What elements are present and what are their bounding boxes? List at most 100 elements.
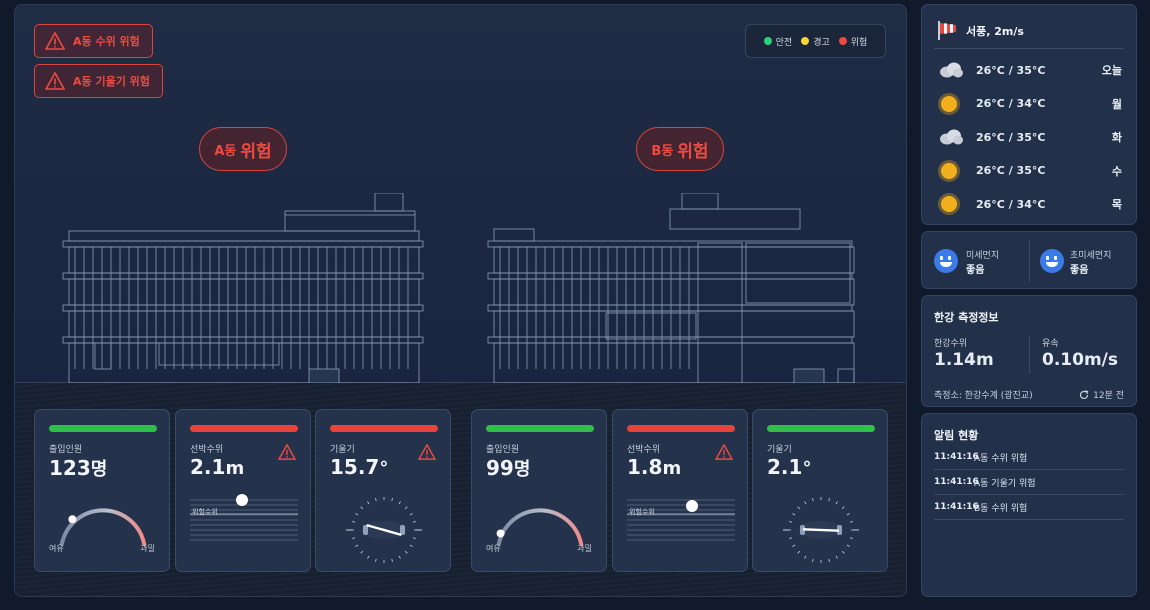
alert-row[interactable]: 11:41:16 B동 수위 위험 bbox=[934, 495, 1124, 520]
alert-chip-text: A동 기울기 위험 bbox=[73, 75, 150, 88]
sun-icon bbox=[938, 92, 960, 115]
alert-row[interactable]: 11:41:16 A동 수위 위험 bbox=[934, 445, 1124, 470]
status-bar bbox=[49, 425, 157, 432]
metric-value: 1.8m bbox=[627, 455, 682, 479]
windsock-icon bbox=[938, 21, 956, 40]
forecast-row: 26°C / 35°C 오늘 bbox=[938, 57, 1122, 83]
metric-card[interactable]: 출입인원 99명 여유 과밀 bbox=[471, 409, 607, 572]
refresh-icon bbox=[1080, 389, 1089, 399]
legend-safe: 안전 bbox=[763, 35, 792, 48]
water-level-gauge bbox=[627, 499, 735, 541]
fine-dust-value: 좋음 bbox=[1070, 265, 1089, 276]
refresh-button[interactable]: 12분 전 bbox=[1079, 388, 1124, 401]
sun-icon bbox=[938, 159, 960, 182]
gauge-high-label: 과밀 bbox=[577, 544, 592, 553]
forecast-temp: 26°C / 34°C bbox=[976, 197, 1046, 211]
alert-time: 11:41:16 bbox=[934, 477, 979, 487]
metric-label: 출입인원 bbox=[486, 445, 520, 455]
metric-label: 기울기 bbox=[330, 445, 355, 455]
forecast-day: 오늘 bbox=[1101, 64, 1122, 77]
gauge-low-label: 여유 bbox=[486, 544, 501, 553]
smile-icon bbox=[1040, 249, 1064, 273]
alert-panel-title: 알림 현황 bbox=[934, 429, 979, 442]
alert-message: A동 수위 위험 bbox=[974, 453, 1028, 464]
forecast-temp: 26°C / 34°C bbox=[976, 97, 1046, 110]
metric-label: 선박수위 bbox=[627, 445, 661, 455]
forecast-row: 26°C / 35°C 화 bbox=[938, 124, 1122, 150]
water-level-gauge bbox=[190, 494, 298, 541]
metric-value: 123명 bbox=[49, 456, 108, 480]
status-bar bbox=[486, 425, 594, 432]
river-level-value: 1.14m bbox=[934, 350, 994, 370]
fine-dust-label: 초미세먼지 bbox=[1070, 251, 1112, 261]
legend-danger: 위험 bbox=[838, 35, 867, 48]
building-status: 위험 bbox=[240, 141, 272, 162]
alert-chip[interactable]: A동 기울기 위험 bbox=[34, 64, 163, 98]
building-a-badge[interactable]: A동 위험 bbox=[199, 127, 287, 171]
metric-value: 2.1m bbox=[190, 455, 245, 479]
danger-level-label: 위험수위 bbox=[192, 508, 218, 516]
building-b-badge[interactable]: B동 위험 bbox=[636, 127, 724, 171]
river-panel: 한강 측정정보 한강수위 1.14m 유속 0.10m/s 측정소: 한강수계 … bbox=[921, 295, 1137, 407]
status-bar bbox=[330, 425, 438, 432]
forecast-day: 수 bbox=[1111, 164, 1122, 178]
gauge-low-label: 여유 bbox=[49, 544, 64, 553]
river-flow-value: 0.10m/s bbox=[1042, 350, 1118, 370]
building-name: A동 bbox=[214, 143, 237, 159]
cloud-icon bbox=[940, 129, 963, 145]
river-flow-label: 유속 bbox=[1042, 339, 1059, 349]
metric-card[interactable]: 선박수위 2.1m 위험수위 bbox=[175, 409, 311, 572]
main-panel: A동 수위 위험 A동 기울기 위험 안전 경고 위험 A동위험 B동위험 bbox=[14, 4, 907, 597]
metric-label: 출입인원 bbox=[49, 445, 83, 455]
warning-icon bbox=[45, 72, 65, 90]
metric-value: 99명 bbox=[486, 456, 531, 480]
gauge-pointer bbox=[68, 515, 77, 524]
forecast-day: 화 bbox=[1111, 131, 1122, 144]
tilt-gauge bbox=[783, 497, 859, 563]
forecast-row: 26°C / 35°C 수 bbox=[938, 158, 1122, 184]
forecast-temp: 26°C / 35°C bbox=[976, 130, 1046, 144]
water-level-knob bbox=[686, 500, 698, 512]
tilt-gauge bbox=[346, 497, 422, 563]
metric-label: 선박수위 bbox=[190, 445, 224, 455]
metric-card[interactable]: 출입인원 123명 여유 과밀 bbox=[34, 409, 170, 572]
weather-panel: 서풍, 2m/s 26°C / 35°C 오늘 26°C / 34°C 월 26°C /… bbox=[921, 4, 1137, 225]
wind-text: 서풍, 2m/s bbox=[966, 25, 1024, 38]
danger-level-label: 위험수위 bbox=[629, 508, 655, 516]
status-bar bbox=[627, 425, 735, 432]
alert-panel: 알림 현황 11:41:16 A동 수위 위험 11:41:16 A동 기울기 위험 1… bbox=[921, 413, 1137, 597]
forecast-day: 목 bbox=[1111, 198, 1122, 211]
forecast-row: 26°C / 34°C 월 bbox=[938, 91, 1122, 117]
warning-icon bbox=[714, 443, 734, 464]
warning-icon bbox=[45, 32, 65, 50]
alert-chip-text: A동 수위 위험 bbox=[73, 35, 140, 48]
alert-time: 11:41:16 bbox=[934, 452, 979, 462]
forecast-temp: 26°C / 35°C bbox=[976, 63, 1046, 77]
building-b-illustration[interactable] bbox=[486, 193, 856, 383]
alert-message: A동 기울기 위험 bbox=[974, 478, 1036, 489]
alert-chip[interactable]: A동 수위 위험 bbox=[34, 24, 153, 58]
cloud-icon bbox=[940, 62, 963, 78]
dust-value: 좋음 bbox=[966, 265, 985, 276]
forecast-temp: 26°C / 35°C bbox=[976, 164, 1046, 177]
metric-card[interactable]: 선박수위 1.8m 위험수위 bbox=[612, 409, 748, 572]
dust-label: 미세먼지 bbox=[966, 251, 1000, 261]
alert-time: 11:41:16 bbox=[934, 502, 979, 512]
divider bbox=[1029, 240, 1030, 282]
water-level-knob bbox=[236, 494, 248, 506]
gauge-high-label: 과밀 bbox=[140, 544, 155, 553]
forecast-day: 월 bbox=[1111, 97, 1122, 111]
warning-icon bbox=[417, 443, 437, 464]
metric-card[interactable]: 기울기 15.7° bbox=[315, 409, 451, 572]
metric-value: 2.1° bbox=[767, 455, 812, 479]
river-title: 한강 측정정보 bbox=[934, 311, 999, 324]
building-name: B동 bbox=[651, 143, 674, 159]
status-legend: 안전 경고 위험 bbox=[745, 24, 886, 58]
alert-row[interactable]: 11:41:16 A동 기울기 위험 bbox=[934, 470, 1124, 495]
divider bbox=[934, 48, 1124, 49]
metric-card[interactable]: 기울기 2.1° bbox=[752, 409, 888, 572]
status-bar bbox=[767, 425, 875, 432]
building-a-illustration[interactable] bbox=[59, 193, 424, 383]
gauge-pointer bbox=[496, 529, 505, 538]
smile-icon bbox=[934, 249, 958, 273]
